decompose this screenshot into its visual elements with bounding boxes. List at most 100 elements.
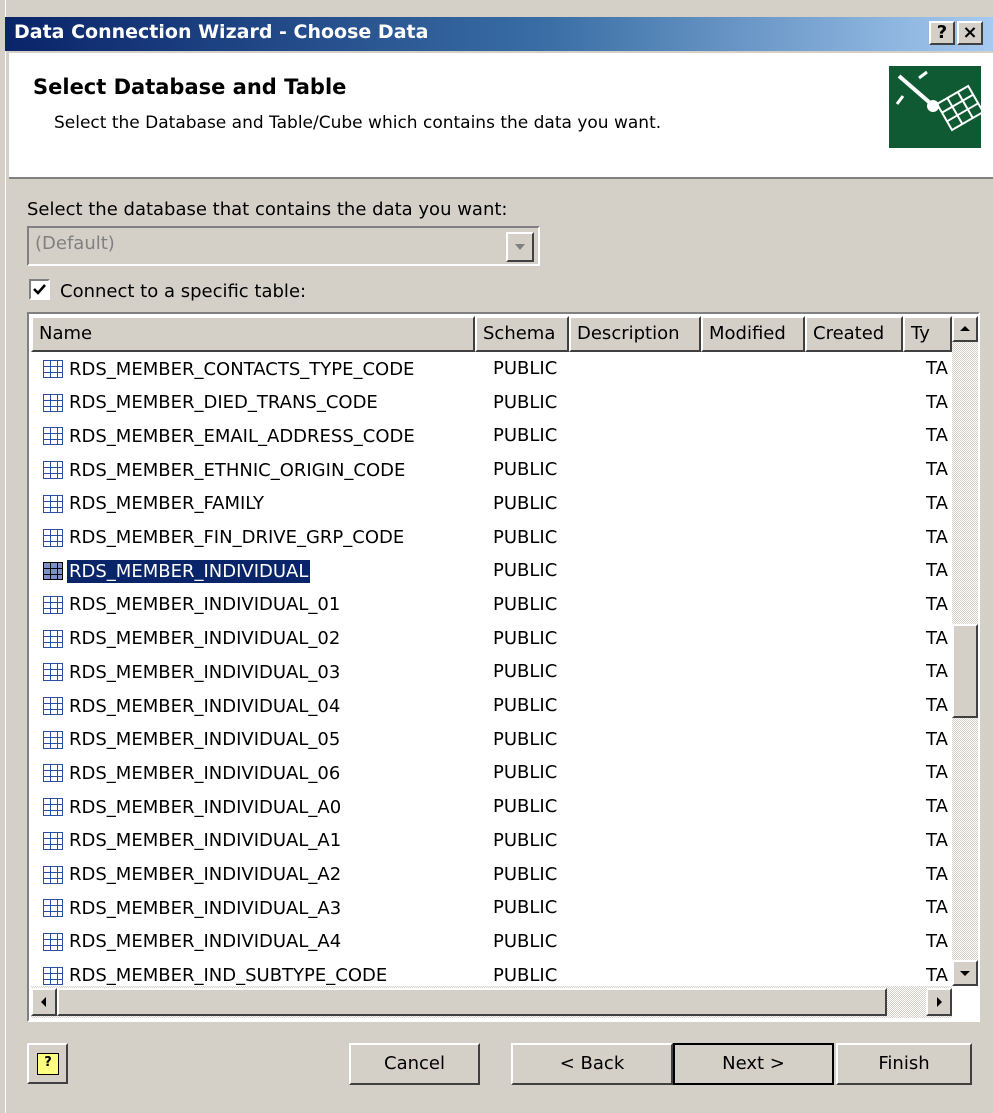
column-header-modified[interactable]: Modified	[701, 316, 805, 352]
table-type: TA	[926, 391, 948, 413]
table-schema: PUBLIC	[493, 829, 558, 851]
title-bar[interactable]: Data Connection Wizard - Choose Data ? ×	[5, 17, 993, 51]
table-icon	[43, 393, 63, 412]
table-row[interactable]: RDS_MEMBER_INDIVIDUAL_06 PUBLIC TA	[31, 756, 948, 790]
next-button[interactable]: Next >	[673, 1043, 834, 1085]
scroll-left-button[interactable]	[31, 988, 57, 1016]
table-row[interactable]: RDS_MEMBER_INDIVIDUAL_02 PUBLIC TA	[31, 622, 948, 656]
arrow-left-icon	[41, 997, 46, 1007]
table-type: TA	[926, 897, 948, 919]
table-name-cell: RDS_MEMBER_FAMILY	[43, 490, 266, 518]
table-schema: PUBLIC	[493, 897, 558, 919]
specific-table-checkbox[interactable]	[29, 279, 50, 300]
table-type: TA	[926, 425, 948, 447]
table-row[interactable]: RDS_MEMBER_ETHNIC_ORIGIN_CODE PUBLIC TA	[31, 453, 948, 487]
table-row[interactable]: RDS_MEMBER_INDIVIDUAL PUBLIC TA	[31, 554, 948, 588]
column-header-row: Name Schema Description Modified Created…	[31, 316, 978, 352]
table-name: RDS_MEMBER_INDIVIDUAL_A4	[69, 931, 342, 953]
back-button[interactable]: < Back	[511, 1043, 673, 1085]
table-name: RDS_MEMBER_INDIVIDUAL_03	[69, 661, 341, 683]
table-schema: PUBLIC	[493, 930, 558, 952]
table-name-cell: RDS_MEMBER_FIN_DRIVE_GRP_CODE	[43, 524, 406, 552]
table-row[interactable]: RDS_MEMBER_INDIVIDUAL_01 PUBLIC TA	[31, 588, 948, 622]
table-type: TA	[926, 358, 948, 379]
table-schema: PUBLIC	[493, 964, 558, 986]
table-type: TA	[926, 829, 948, 851]
table-row[interactable]: RDS_MEMBER_FIN_DRIVE_GRP_CODE PUBLIC TA	[31, 521, 948, 555]
table-icon	[43, 629, 63, 648]
database-dropdown[interactable]: (Default)	[27, 226, 540, 266]
table-name: RDS_MEMBER_INDIVIDUAL_A1	[69, 830, 342, 852]
specific-table-label[interactable]: Connect to a specific table:	[60, 281, 306, 302]
table-schema: PUBLIC	[493, 762, 558, 784]
table-name-cell: RDS_MEMBER_INDIVIDUAL_01	[43, 591, 342, 619]
table-icon	[43, 764, 63, 783]
table-row[interactable]: RDS_MEMBER_INDIVIDUAL_A4 PUBLIC TA	[31, 925, 948, 959]
finish-button[interactable]: Finish	[836, 1043, 972, 1085]
table-name-cell: RDS_MEMBER_EMAIL_ADDRESS_CODE	[43, 422, 417, 450]
table-name: RDS_MEMBER_CONTACTS_TYPE_CODE	[69, 358, 415, 380]
table-schema: PUBLIC	[493, 627, 558, 649]
scroll-thumb[interactable]	[952, 624, 978, 718]
table-row[interactable]: RDS_MEMBER_INDIVIDUAL_04 PUBLIC TA	[31, 689, 948, 723]
column-header-schema[interactable]: Schema	[475, 316, 569, 352]
table-schema: PUBLIC	[493, 593, 558, 615]
column-header-name[interactable]: Name	[31, 316, 475, 352]
table-schema: PUBLIC	[493, 661, 558, 683]
table-row[interactable]: RDS_MEMBER_EMAIL_ADDRESS_CODE PUBLIC TA	[31, 419, 948, 453]
table-name: RDS_MEMBER_ETHNIC_ORIGIN_CODE	[69, 459, 406, 481]
title-help-button[interactable]: ?	[929, 21, 955, 45]
table-name: RDS_MEMBER_INDIVIDUAL_04	[69, 695, 341, 717]
table-icon	[43, 528, 63, 547]
table-icon	[43, 865, 63, 884]
table-name: RDS_MEMBER_INDIVIDUAL	[65, 558, 312, 584]
header-title: Select Database and Table	[33, 75, 347, 99]
table-icon	[43, 360, 63, 378]
table-row[interactable]: RDS_MEMBER_CONTACTS_TYPE_CODE PUBLIC TA	[31, 352, 948, 386]
scroll-down-button[interactable]	[952, 960, 978, 986]
table-schema: PUBLIC	[493, 459, 558, 481]
table-row[interactable]: RDS_MEMBER_INDIVIDUAL_A0 PUBLIC TA	[31, 790, 948, 824]
table-row[interactable]: RDS_MEMBER_INDIVIDUAL_A3 PUBLIC TA	[31, 891, 948, 925]
table-schema: PUBLIC	[493, 492, 558, 514]
table-name-cell: RDS_MEMBER_INDIVIDUAL_A2	[43, 861, 343, 889]
column-header-created[interactable]: Created	[805, 316, 903, 352]
title-close-button[interactable]: ×	[957, 21, 983, 45]
arrow-up-icon	[960, 326, 970, 331]
arrow-right-icon	[937, 997, 942, 1007]
table-row[interactable]: RDS_MEMBER_DIED_TRANS_CODE PUBLIC TA	[31, 386, 948, 420]
table-icon	[43, 899, 63, 918]
table-schema: PUBLIC	[493, 863, 558, 885]
table-type: TA	[926, 627, 948, 649]
header-subtitle: Select the Database and Table/Cube which…	[54, 113, 662, 133]
table-list[interactable]: Name Schema Description Modified Created…	[27, 312, 980, 1022]
cancel-button[interactable]: Cancel	[349, 1043, 480, 1085]
wizard-header: Select Database and Table Select the Dat…	[9, 53, 993, 179]
table-row[interactable]: RDS_MEMBER_FAMILY PUBLIC TA	[31, 487, 948, 521]
checkmark-icon	[33, 284, 46, 295]
table-type: TA	[926, 695, 948, 716]
dropdown-arrow-button[interactable]	[506, 232, 534, 262]
table-row[interactable]: RDS_MEMBER_INDIVIDUAL_03 PUBLIC TA	[31, 655, 948, 689]
column-header-type[interactable]: Ty	[903, 316, 952, 352]
database-label: Select the database that contains the da…	[27, 199, 508, 220]
table-name: RDS_MEMBER_IND_SUBTYPE_CODE	[69, 965, 388, 987]
column-header-description[interactable]: Description	[569, 316, 701, 352]
horizontal-scrollbar[interactable]	[31, 986, 952, 1018]
table-schema: PUBLIC	[493, 425, 558, 447]
table-icon	[43, 461, 63, 480]
table-row[interactable]: RDS_MEMBER_INDIVIDUAL_A2 PUBLIC TA	[31, 858, 948, 892]
horizontal-scroll-thumb[interactable]	[57, 988, 887, 1016]
scroll-right-button[interactable]	[926, 988, 952, 1016]
table-row[interactable]: RDS_MEMBER_INDIVIDUAL_05 PUBLIC TA	[31, 723, 948, 757]
table-row[interactable]: RDS_MEMBER_INDIVIDUAL_A1 PUBLIC TA	[31, 824, 948, 858]
table-type: TA	[926, 728, 948, 750]
table-name: RDS_MEMBER_DIED_TRANS_CODE	[69, 392, 378, 414]
table-icon	[43, 494, 63, 513]
scroll-up-button[interactable]	[952, 316, 978, 342]
table-type: TA	[926, 661, 948, 683]
table-schema: PUBLIC	[493, 695, 558, 716]
help-button[interactable]: ?	[27, 1043, 68, 1084]
table-name: RDS_MEMBER_FIN_DRIVE_GRP_CODE	[69, 527, 405, 548]
vertical-scrollbar[interactable]	[952, 316, 978, 986]
